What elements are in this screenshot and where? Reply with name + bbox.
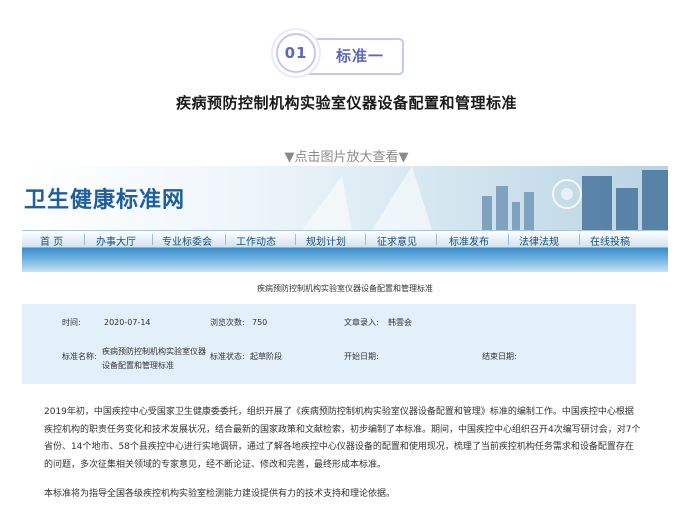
nav-divider [225,234,226,245]
meta-std-name-value: 疾病预防控制机构实验室仪器设备配置和管理标准 [102,347,206,370]
section-badge: 01 标准一 [276,33,406,77]
badge-label: 标准一 [335,47,384,65]
document-paragraph-2: 本标准将为指导全国各级疾控机构实验室检测能力建设提供有力的技术支持和理论依据。 [44,489,396,499]
nav-submit[interactable]: 在线投稿 [590,233,630,248]
nav-divider [508,234,509,245]
zoom-hint: ▼点击图片放大查看▼ [284,150,409,165]
document-title: 疾病预防控制机构实验室仪器设备配置和管理标准 [257,284,433,293]
decorative-band [22,248,668,272]
meta-views-value: 750 [252,318,268,327]
nav-standards-release[interactable]: 标准发布 [449,233,489,248]
badge-number: 01 [276,33,316,73]
document-paragraph-1: 2019年初，中国疾控中心受国家卫生健康委委托，组织开展了《疾病预防控制机构实验… [44,407,641,470]
meta-views-label: 浏览次数: [210,318,245,327]
meta-std-status-label: 标准状态: [210,352,245,361]
meta-std-status-value: 起草阶段 [250,352,282,361]
banner-artwork [302,166,668,230]
nav-divider [295,234,296,245]
site-logo[interactable]: 卫生健康标准网 [24,182,185,214]
nav-divider [436,234,437,245]
meta-start-label: 开始日期: [344,352,379,361]
nav-consultation[interactable]: 征求意见 [377,233,417,248]
meta-std-name-label: 标准名称: [62,352,97,361]
meta-time-label: 时间: [62,318,81,327]
document-meta-panel: 时间: 2020-07-14 浏览次数: 750 文章录入: 韩雲会 标准名称:… [22,304,636,384]
nav-home[interactable]: 首 页 [40,233,63,248]
site-header-banner: 卫生健康标准网 [22,166,668,230]
nav-service-hall[interactable]: 办事大厅 [96,233,136,248]
meta-entry-value: 韩雲会 [388,318,412,327]
meta-end-label: 结束日期: [482,352,517,361]
nav-divider [152,234,153,245]
nav-divider [365,234,366,245]
nav-committees[interactable]: 专业标委会 [162,233,212,248]
article-title: 疾病预防控制机构实验室仪器设备配置和管理标准 [175,94,517,112]
meta-entry-label: 文章录入: [344,318,379,327]
site-nav-bar: 首 页 办事大厅 专业标委会 工作动态 规划计划 征求意见 标准发布 法律法规 … [22,230,668,248]
meta-time-value: 2020-07-14 [104,318,151,327]
nav-laws[interactable]: 法律法规 [519,233,559,248]
nav-planning[interactable]: 规划计划 [306,233,346,248]
nav-divider [84,234,85,245]
nav-divider [579,234,580,245]
nav-news[interactable]: 工作动态 [236,233,276,248]
embedded-screenshot-image[interactable]: 卫生健康标准网 首 页 办事大厅 专业标委会 工作动态 规划计划 征求意见 标准… [22,166,668,519]
